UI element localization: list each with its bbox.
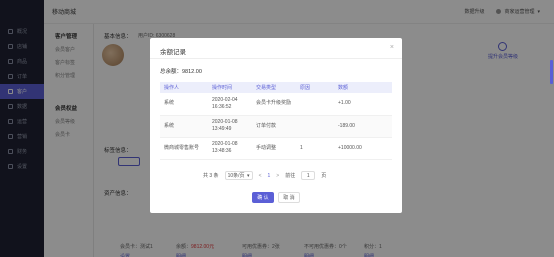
- cell-type: 订单付款: [252, 115, 296, 138]
- table-row: 系统 2020-01-08 13:49:49 订单付款 -189.00: [160, 115, 392, 138]
- pagination: 共 3 条 10条/页 ▾ < 1 > 前往 1 页: [203, 171, 326, 180]
- cell-reason: 1: [296, 137, 334, 160]
- page-size-value: 10条/页: [227, 173, 245, 179]
- total-balance: 总余额：9812.00: [160, 69, 202, 75]
- dialog-title: 余额记录: [160, 49, 186, 56]
- page-scrollbar[interactable]: [550, 60, 553, 84]
- column-header-operator: 操作人: [160, 82, 208, 93]
- cell-type: 手动调整: [252, 137, 296, 160]
- column-header-time: 操作时间: [208, 82, 252, 93]
- next-page-button[interactable]: >: [276, 173, 279, 179]
- cell-amount: +1.00: [334, 93, 392, 116]
- pagination-total: 共 3 条: [203, 173, 219, 179]
- cell-operator: 系统: [160, 93, 208, 116]
- table-row: 微商城零售账号 2020-01-08 13:48:36 手动调整 1 +1000…: [160, 137, 392, 160]
- cell-type: 会员卡升级奖励: [252, 93, 296, 116]
- prev-page-button[interactable]: <: [259, 173, 262, 179]
- column-header-type: 交易类型: [252, 82, 296, 93]
- cell-amount: -189.00: [334, 115, 392, 138]
- balance-record-dialog: 余额记录 × 总余额：9812.00 操作人 操作时间 交易类型 原因 数额 系…: [150, 38, 402, 213]
- page-size-select[interactable]: 10条/页 ▾: [224, 171, 253, 180]
- confirm-button[interactable]: 确 认: [252, 192, 274, 203]
- column-header-reason: 原因: [296, 82, 334, 93]
- goto-page-input[interactable]: 1: [301, 171, 316, 180]
- table-header-row: 操作人 操作时间 交易类型 原因 数额: [160, 82, 392, 93]
- cell-reason: [296, 115, 334, 138]
- cell-time: 2020-01-08 13:48:36: [208, 137, 252, 160]
- dialog-divider: [150, 58, 402, 59]
- goto-label: 前往: [285, 173, 296, 179]
- page-unit-label: 页: [321, 173, 327, 179]
- chevron-down-icon: ▾: [247, 172, 250, 179]
- cell-operator: 微商城零售账号: [160, 137, 208, 160]
- table-row: 系统 2020-02-04 16:36:52 会员卡升级奖励 +1.00: [160, 93, 392, 116]
- column-header-amount: 数额: [334, 82, 392, 93]
- cell-operator: 系统: [160, 115, 208, 138]
- cell-time: 2020-01-08 13:49:49: [208, 115, 252, 138]
- page-number-current[interactable]: 1: [267, 173, 270, 179]
- cell-time: 2020-02-04 16:36:52: [208, 93, 252, 116]
- cell-amount: +10000.00: [334, 137, 392, 160]
- close-icon[interactable]: ×: [390, 44, 394, 51]
- cancel-button[interactable]: 取 消: [278, 192, 300, 203]
- cell-reason: [296, 93, 334, 116]
- balance-record-table: 操作人 操作时间 交易类型 原因 数额 系统 2020-02-04 16:36:…: [160, 82, 392, 160]
